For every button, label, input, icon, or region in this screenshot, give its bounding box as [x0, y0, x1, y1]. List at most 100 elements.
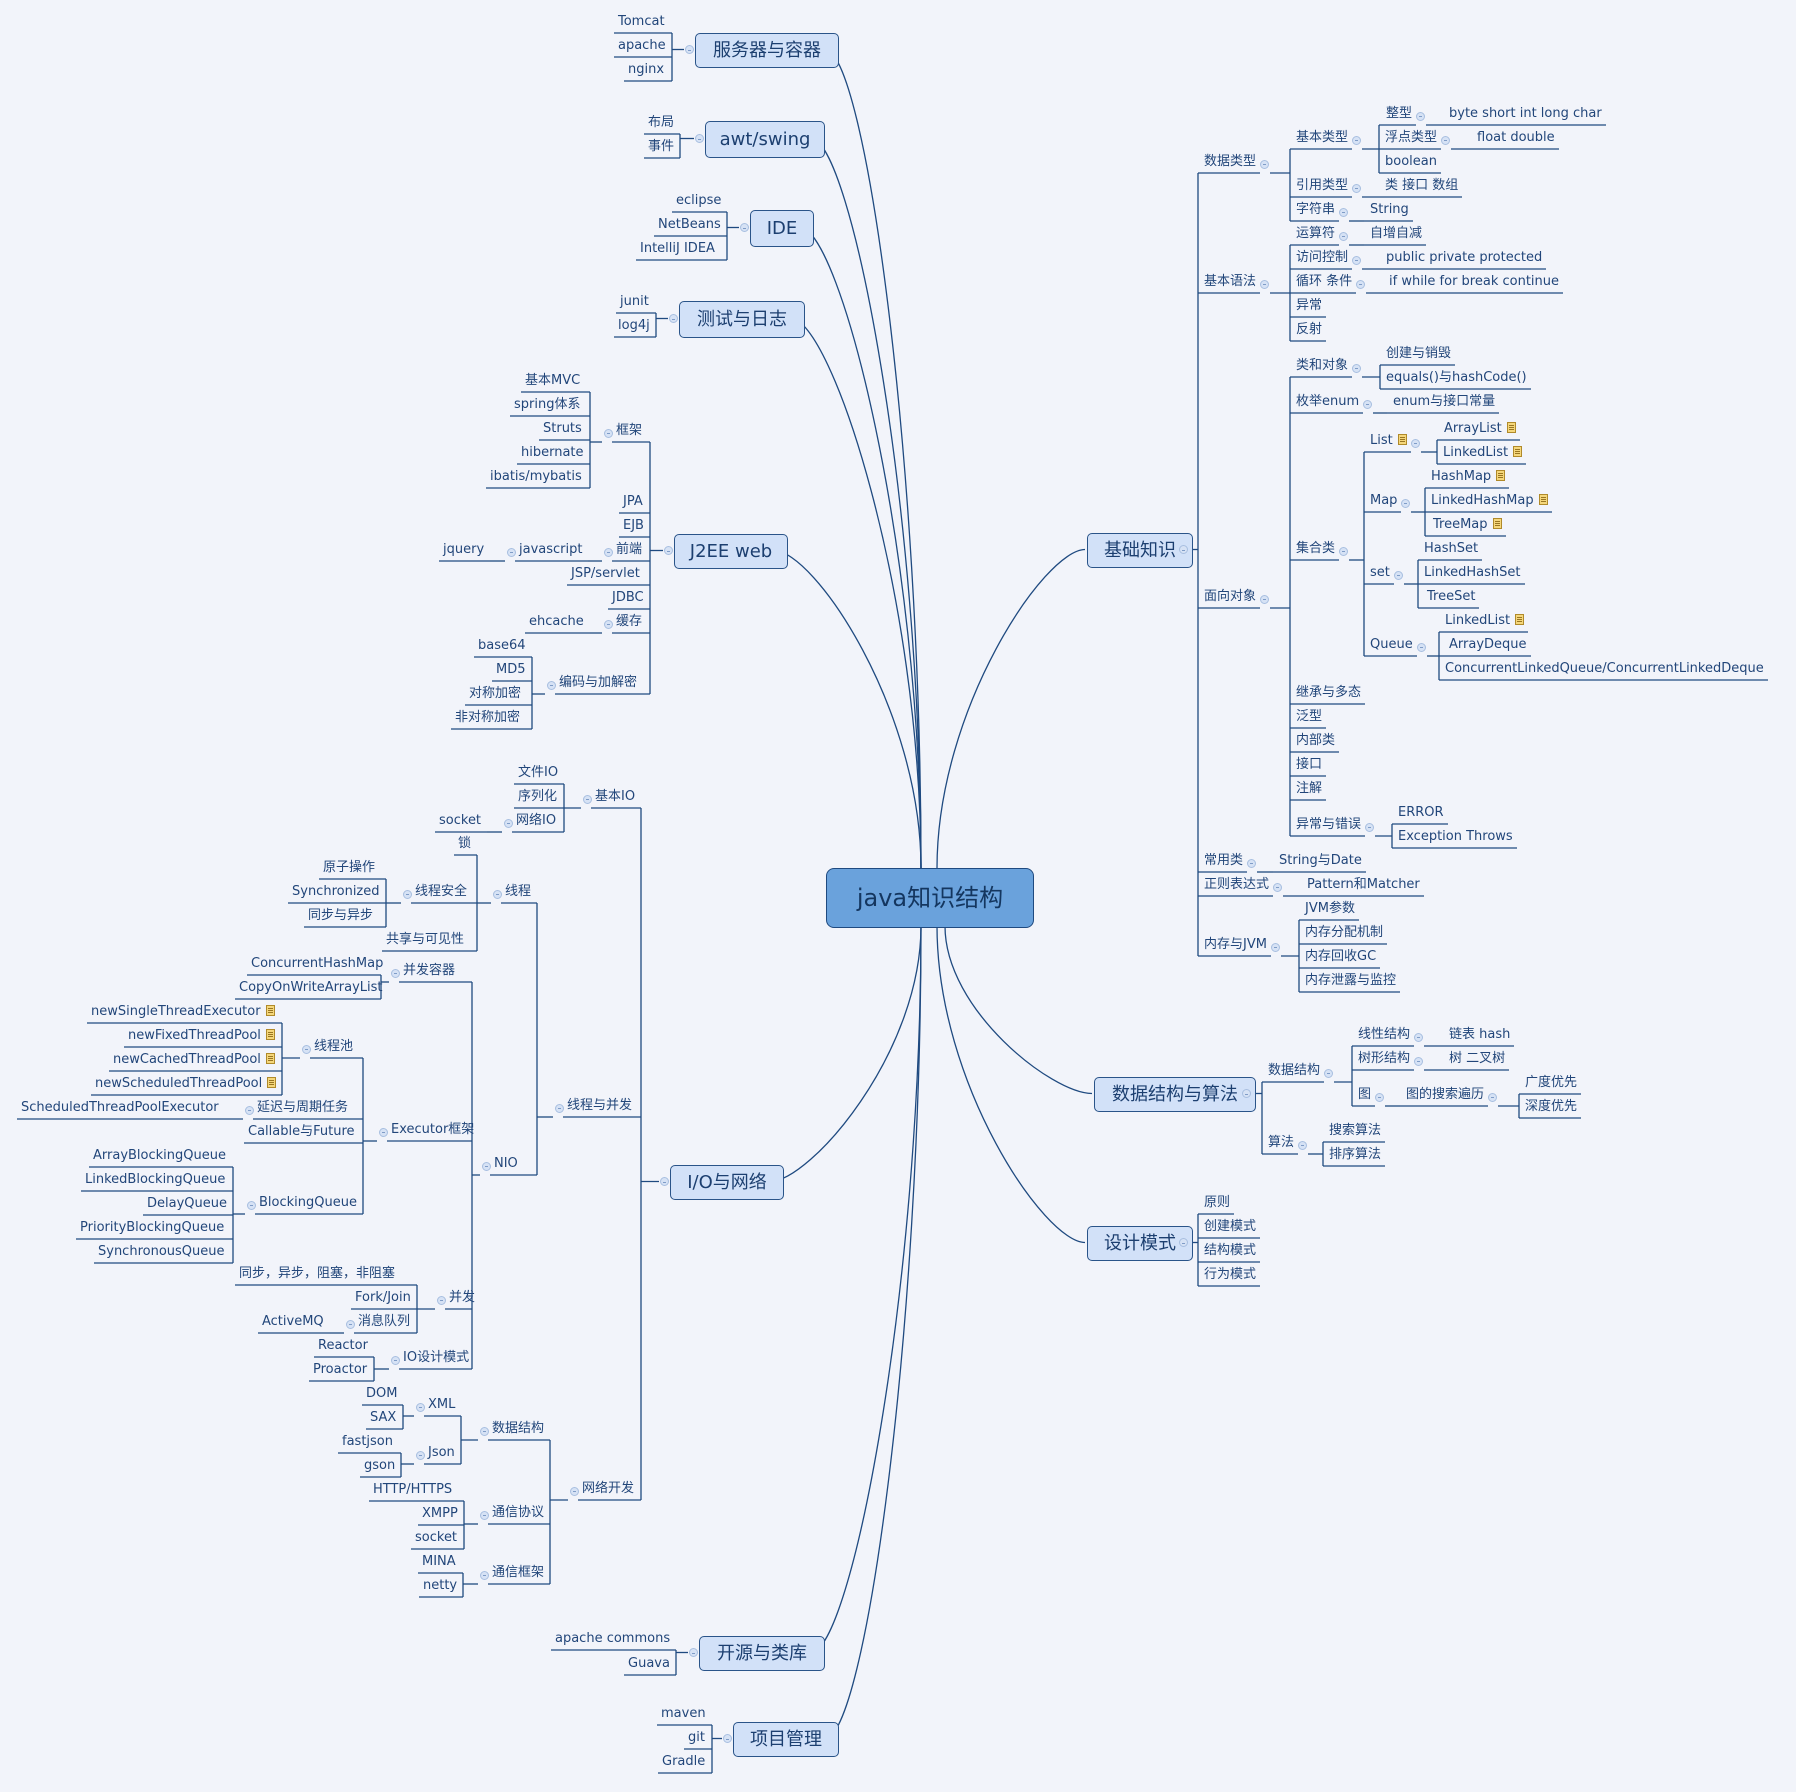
leaf-topic[interactable]: git — [688, 1729, 705, 1747]
leaf-topic[interactable]: 接口 — [1296, 756, 1322, 774]
leaf-topic[interactable]: 注解 — [1296, 780, 1322, 798]
main-topic[interactable]: 开源与类库 — [699, 1636, 825, 1671]
leaf-topic[interactable]: newCachedThreadPool — [113, 1051, 275, 1069]
collapse-toggle-icon[interactable] — [479, 1510, 489, 1520]
subtopic[interactable]: BlockingQueue — [259, 1194, 357, 1212]
collapse-toggle-icon[interactable] — [603, 428, 613, 438]
collapse-toggle-icon[interactable] — [688, 1648, 698, 1657]
subtopic[interactable]: 网络IO — [516, 812, 556, 830]
leaf-topic[interactable]: SAX — [370, 1409, 396, 1427]
leaf-topic[interactable]: float double — [1477, 129, 1555, 147]
leaf-topic[interactable]: socket — [439, 812, 481, 830]
note-icon[interactable] — [1538, 494, 1548, 505]
collapse-toggle-icon[interactable] — [479, 1426, 489, 1436]
leaf-topic[interactable]: gson — [364, 1457, 395, 1475]
note-icon[interactable] — [1492, 518, 1502, 529]
leaf-topic[interactable]: ArrayBlockingQueue — [93, 1147, 226, 1165]
leaf-topic[interactable]: JVM参数 — [1305, 900, 1355, 918]
collapse-toggle-icon[interactable] — [1178, 1238, 1188, 1247]
subtopic[interactable]: 枚举enum — [1296, 393, 1359, 411]
collapse-toggle-icon[interactable] — [415, 1402, 425, 1412]
subtopic[interactable]: Json — [428, 1444, 455, 1462]
collapse-toggle-icon[interactable] — [1400, 498, 1410, 508]
subtopic[interactable]: Queue — [1370, 636, 1413, 654]
collapse-toggle-icon[interactable] — [668, 314, 678, 323]
leaf-topic[interactable]: SynchronousQueue — [98, 1243, 225, 1261]
subtopic[interactable]: 整型 — [1386, 105, 1412, 123]
leaf-topic[interactable]: Struts — [543, 420, 582, 438]
collapse-toggle-icon[interactable] — [1241, 1089, 1251, 1098]
leaf-topic[interactable]: 创建与销毁 — [1386, 345, 1451, 363]
leaf-topic[interactable]: 行为模式 — [1204, 1266, 1256, 1284]
leaf-topic[interactable]: ehcache — [529, 613, 584, 631]
note-icon[interactable] — [267, 1077, 277, 1088]
subtopic[interactable]: 引用类型 — [1296, 177, 1348, 195]
leaf-topic[interactable]: 内存分配机制 — [1305, 924, 1383, 942]
leaf-topic[interactable]: JSP/servlet — [571, 565, 640, 583]
subtopic[interactable]: 图的搜索遍历 — [1406, 1086, 1484, 1104]
leaf-topic[interactable]: Exception Throws — [1398, 828, 1513, 846]
leaf-topic[interactable]: 文件IO — [518, 764, 558, 782]
leaf-topic[interactable]: 共享与可见性 — [386, 931, 464, 949]
note-icon[interactable] — [265, 1053, 275, 1064]
subtopic[interactable]: set — [1370, 564, 1390, 582]
leaf-topic[interactable]: 内存泄露与监控 — [1305, 972, 1396, 990]
subtopic[interactable]: 编码与加解密 — [559, 674, 637, 692]
collapse-toggle-icon[interactable] — [1259, 159, 1269, 169]
leaf-topic[interactable]: 链表 hash — [1449, 1026, 1510, 1044]
leaf-topic[interactable]: 布局 — [648, 114, 674, 132]
leaf-topic[interactable]: ArrayList — [1444, 420, 1516, 438]
leaf-topic[interactable]: MINA — [422, 1553, 456, 1571]
leaf-topic[interactable]: TreeSet — [1427, 588, 1475, 606]
leaf-topic[interactable]: if while for break continue — [1389, 273, 1559, 291]
leaf-topic[interactable]: JDBC — [612, 589, 644, 607]
subtopic[interactable]: 类和对象 — [1296, 357, 1348, 375]
collapse-toggle-icon[interactable] — [569, 1486, 579, 1496]
leaf-topic[interactable]: apache commons — [555, 1630, 670, 1648]
leaf-topic[interactable]: 事件 — [648, 138, 674, 156]
collapse-toggle-icon[interactable] — [1355, 279, 1365, 289]
leaf-topic[interactable]: String — [1370, 201, 1409, 219]
leaf-topic[interactable]: socket — [415, 1529, 457, 1547]
note-icon[interactable] — [1397, 434, 1407, 445]
collapse-toggle-icon[interactable] — [659, 1177, 669, 1186]
leaf-topic[interactable]: CopyOnWriteArrayList — [239, 979, 383, 997]
leaf-topic[interactable]: spring体系 — [514, 396, 580, 414]
collapse-toggle-icon[interactable] — [1393, 570, 1403, 580]
subtopic[interactable]: 并发容器 — [403, 962, 455, 980]
leaf-topic[interactable]: Gradle — [662, 1753, 705, 1771]
subtopic[interactable]: IO设计模式 — [403, 1349, 469, 1367]
leaf-topic[interactable]: ActiveMQ — [262, 1313, 324, 1331]
collapse-toggle-icon[interactable] — [1364, 822, 1374, 832]
leaf-topic[interactable]: 内存回收GC — [1305, 948, 1376, 966]
collapse-toggle-icon[interactable] — [546, 680, 556, 690]
collapse-toggle-icon[interactable] — [390, 1355, 400, 1365]
subtopic[interactable]: 并发 — [449, 1289, 475, 1307]
collapse-toggle-icon[interactable] — [506, 547, 516, 557]
leaf-topic[interactable]: IntelliJ IDEA — [640, 240, 715, 258]
leaf-topic[interactable]: Pattern和Matcher — [1307, 876, 1420, 894]
leaf-topic[interactable]: JPA — [623, 493, 643, 511]
leaf-topic[interactable]: newFixedThreadPool — [128, 1027, 275, 1045]
leaf-topic[interactable]: DOM — [366, 1385, 397, 1403]
collapse-toggle-icon[interactable] — [1362, 399, 1372, 409]
subtopic[interactable]: 面向对象 — [1204, 588, 1256, 606]
leaf-topic[interactable]: netty — [423, 1577, 457, 1595]
note-icon[interactable] — [265, 1029, 275, 1040]
collapse-toggle-icon[interactable] — [1410, 438, 1420, 448]
leaf-topic[interactable]: hibernate — [521, 444, 584, 462]
leaf-topic[interactable]: log4j — [618, 317, 650, 335]
leaf-topic[interactable]: 反射 — [1296, 321, 1322, 339]
collapse-toggle-icon[interactable] — [415, 1450, 425, 1460]
subtopic[interactable]: 循环 条件 — [1296, 273, 1352, 291]
collapse-toggle-icon[interactable] — [1323, 1068, 1333, 1078]
subtopic[interactable]: 延迟与周期任务 — [257, 1099, 348, 1117]
leaf-topic[interactable]: 创建模式 — [1204, 1218, 1256, 1236]
leaf-topic[interactable]: HTTP/HTTPS — [373, 1481, 452, 1499]
leaf-topic[interactable]: NetBeans — [658, 216, 721, 234]
leaf-topic[interactable]: newSingleThreadExecutor — [91, 1003, 275, 1021]
collapse-toggle-icon[interactable] — [479, 1570, 489, 1580]
collapse-toggle-icon[interactable] — [1297, 1140, 1307, 1150]
collapse-toggle-icon[interactable] — [1259, 279, 1269, 289]
note-icon[interactable] — [1496, 470, 1506, 481]
